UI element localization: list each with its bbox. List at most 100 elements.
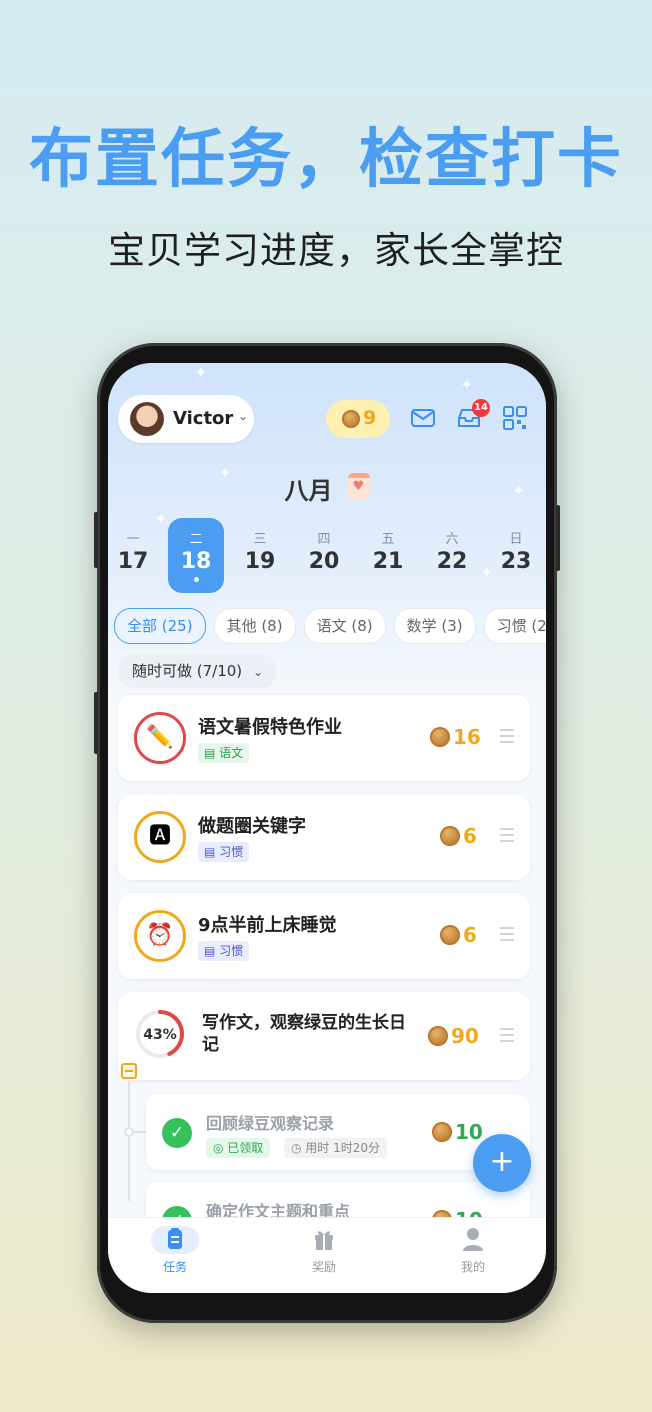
day-cell[interactable]: 六 22: [424, 518, 480, 593]
subtask-tree-node: [124, 1127, 134, 1137]
calendar-icon[interactable]: [347, 473, 370, 500]
reward-value: 16: [453, 725, 481, 749]
date-number: 22: [436, 549, 468, 574]
weekday-label: 六: [445, 532, 459, 547]
volume-up-button: [94, 512, 98, 568]
reward-value: 90: [451, 1024, 479, 1048]
power-button: [556, 505, 560, 571]
doc-icon: ▤: [204, 845, 220, 859]
medal-icon: ◎: [213, 1141, 228, 1155]
coin-icon: [430, 727, 450, 747]
progress-text: 43%: [143, 1027, 177, 1043]
collapse-toggle-icon[interactable]: [121, 1063, 137, 1079]
user-switcher[interactable]: Victor ⌄: [118, 395, 254, 443]
task-card[interactable]: 🅰 做题圈关键字 ▤ 习惯 6: [118, 794, 530, 880]
person-icon: [449, 1226, 497, 1254]
mail-icon[interactable]: [410, 405, 436, 431]
month-header[interactable]: 八月: [108, 471, 546, 506]
task-reward: 90: [428, 1024, 479, 1048]
task-card-with-subtasks[interactable]: 43% 写作文，观察绿豆的生长日 记 90: [118, 992, 530, 1080]
tab-rewards[interactable]: 奖励: [284, 1226, 364, 1275]
check-icon[interactable]: ✓: [162, 1118, 192, 1148]
drag-handle-icon[interactable]: [500, 729, 514, 747]
drag-handle-icon[interactable]: [500, 927, 514, 945]
app-screen: ✦ ✦ ✦ ✦ ✦ ✦ Victor ⌄ 9 14 八月 一 17 二: [108, 363, 546, 1293]
doc-icon: ▤: [204, 746, 220, 760]
sparkle-icon: ✦: [460, 375, 474, 394]
task-card[interactable]: ✏️ 语文暑假特色作业 ▤ 语文 16: [118, 695, 530, 781]
subject-tag: ▤ 习惯: [198, 941, 250, 961]
task-title-line: 记: [202, 1035, 219, 1055]
subject-tag-label: 习惯: [219, 944, 244, 958]
month-label: 八月: [284, 477, 333, 505]
week-strip: 一 17 二 18 三 19 四 20 五 21 六 22 日 23: [108, 518, 546, 593]
day-cell[interactable]: 三 19: [232, 518, 288, 593]
category-chips: 全部 (25)其他 (8)语文 (8)数学 (3)习惯 (2): [114, 608, 546, 644]
task-title: 语文暑假特色作业: [198, 717, 342, 738]
subject-tag-label: 语文: [219, 746, 244, 760]
tab-label: 任务: [162, 1260, 187, 1274]
sparkle-icon: ✦: [194, 363, 208, 382]
a-plus-cards-icon: 🅰: [134, 811, 186, 863]
subject-tag-label: 习惯: [219, 845, 244, 859]
day-cell[interactable]: 四 20: [296, 518, 352, 593]
drag-handle-icon[interactable]: [500, 828, 514, 846]
coin-icon: [440, 925, 460, 945]
coin-icon: [432, 1122, 452, 1142]
task-reward: 6: [440, 923, 477, 947]
avatar: [130, 402, 164, 436]
chevron-down-icon: ⌄: [238, 409, 249, 423]
clock-icon: ◷: [291, 1141, 306, 1155]
add-task-button[interactable]: +: [473, 1134, 531, 1192]
subtask-title: 回顾绿豆观察记录: [206, 1114, 335, 1133]
task-title: 写作文，观察绿豆的生长日 记: [202, 1012, 406, 1056]
reward-value: 10: [455, 1120, 483, 1144]
coin-icon: [428, 1026, 448, 1046]
subject-tag: ▤ 语文: [198, 743, 250, 763]
reward-value: 6: [463, 923, 477, 947]
claimed-badge: ◎ 已领取: [206, 1138, 271, 1158]
coin-icon: [440, 826, 460, 846]
chip-chinese[interactable]: 语文 (8): [303, 608, 386, 644]
tab-label: 我的: [460, 1260, 485, 1274]
tab-tasks[interactable]: 任务: [135, 1226, 215, 1275]
day-cell[interactable]: 一 17: [108, 518, 161, 593]
time-label: 用时 1时20分: [305, 1141, 381, 1155]
availability-filter[interactable]: 随时可做 (7/10) ⌄: [118, 654, 278, 688]
date-number: 19: [244, 549, 276, 574]
task-reward: 6: [440, 824, 477, 848]
task-card[interactable]: ⏰ 9点半前上床睡觉 ▤ 习惯 6: [118, 893, 530, 979]
reward-value: 6: [463, 824, 477, 848]
date-number: 17: [117, 549, 149, 574]
day-cell[interactable]: 五 21: [360, 518, 416, 593]
task-title: 做题圈关键字: [198, 816, 306, 837]
task-reward: 16: [430, 725, 481, 749]
chip-all[interactable]: 全部 (25): [114, 608, 206, 644]
subtask-reward: 10: [432, 1120, 483, 1144]
progress-ring: 43%: [136, 1010, 184, 1058]
inbox-badge: 14: [472, 399, 490, 417]
alarm-clock-icon: ⏰: [134, 910, 186, 962]
hero-subtitle: 宝贝学习进度，家长全掌控: [108, 229, 564, 272]
book-pencil-icon: ✏️: [134, 712, 186, 764]
coin-balance[interactable]: 9: [326, 400, 390, 438]
qr-code-icon[interactable]: [502, 405, 528, 431]
chip-math[interactable]: 数学 (3): [393, 608, 476, 644]
drag-handle-icon[interactable]: [500, 1028, 514, 1046]
bottom-tab-bar: 任务 奖励 我的: [108, 1217, 546, 1293]
date-number: 21: [372, 549, 404, 574]
tab-profile[interactable]: 我的: [433, 1226, 513, 1275]
chip-habit[interactable]: 习惯 (2): [483, 608, 546, 644]
user-name: Victor: [173, 408, 234, 429]
today-dot: [193, 577, 199, 582]
chip-other[interactable]: 其他 (8): [213, 608, 296, 644]
weekday-label: 三: [253, 532, 267, 547]
coin-count: 9: [363, 407, 377, 429]
day-cell[interactable]: 日 23: [488, 518, 544, 593]
weekday-label: 四: [317, 532, 331, 547]
task-title-line: 写作文，观察绿豆的生长日: [202, 1013, 406, 1033]
weekday-label: 一: [126, 532, 140, 547]
chevron-down-icon: ⌄: [252, 665, 264, 679]
subject-tag: ▤ 习惯: [198, 842, 250, 862]
day-cell-selected[interactable]: 二 18: [168, 518, 224, 593]
